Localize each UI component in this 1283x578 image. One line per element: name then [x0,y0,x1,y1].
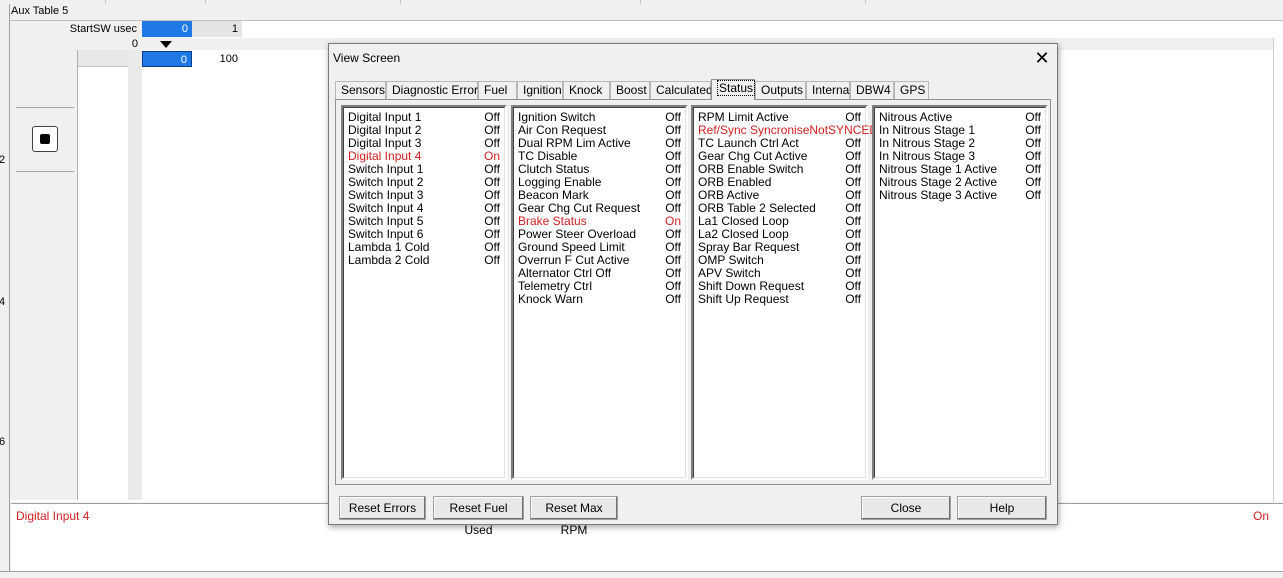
reset-fuel-used-button[interactable]: Reset Fuel Used [433,496,524,537]
left-edge-label: 4 [0,296,6,308]
reset-errors-label: Reset Errors [348,501,417,515]
status-row: Lambda 2 Cold Off [348,254,500,267]
status-list: Nitrous Active Off In Nitrous Stage 1 Off In… [874,107,1046,478]
tab-outputs[interactable]: Outputs [755,81,806,99]
left-edge-label: 2 [0,154,6,166]
close-icon[interactable]: ✕ [1029,47,1055,69]
tab-ignition[interactable]: Ignition [517,81,563,99]
tab-label: GPS [900,83,926,97]
help-button[interactable]: Help [957,496,1047,520]
status-label: Digital Input 4 [16,509,90,523]
divider [16,107,74,108]
view-screen-dialog: View Screen ✕ Sensors Diagnostic Errors Fu… [328,43,1058,537]
close-label: Close [890,501,922,515]
status-list-panel[interactable]: Nitrous Active Off In Nitrous Stage 1 Off In… [872,105,1048,480]
tab-label: Status [717,80,756,96]
tab-label: Internal [812,83,853,97]
tab-gps[interactable]: GPS [894,81,929,99]
status-name: Shift Up Request [698,292,789,306]
tab-boost[interactable]: Boost [610,81,650,99]
tab-bar: Sensors Diagnostic Errors Fuel Ignition Knoc… [335,79,1051,100]
reset-max-rpm-button[interactable]: Reset Max RPM [530,496,618,537]
status-row: Nitrous Stage 3 Active Off [879,189,1041,202]
bottom-strip [0,571,1283,578]
status-row: Knock Warn Off [518,293,681,306]
status-list: RPM Limit Active Off Ref/Sync SyncroniseNo… [693,107,878,478]
close-button[interactable]: Close [861,496,951,520]
status-name: Knock Warn [518,292,583,306]
table-cell-selected[interactable]: 0 [142,51,192,67]
tab-label: Sensors [341,83,386,97]
tab-label: Diagnostic Errors [392,83,485,97]
tab-status[interactable]: Status [711,79,756,100]
status-value: Off [665,292,681,306]
status-name: Nitrous Stage 3 Active [879,188,998,202]
row-header-cell[interactable] [78,50,128,67]
status-value: On [1252,509,1269,523]
tab-label: Knock [569,83,603,97]
left-edge-label: 6 [0,436,6,448]
status-list: Ignition Switch Off Air Con Request Off Dual… [513,107,686,478]
stop-button[interactable] [32,126,58,152]
status-list: Digital Input 1 Off Digital Input 2 Off Digi… [343,107,505,478]
vertical-scrollbar[interactable] [1273,38,1283,502]
tab-label: Boost [616,83,647,97]
tab-sensors[interactable]: Sensors [335,81,386,99]
status-value: Off [484,253,500,267]
status-value: Off [1025,188,1041,202]
tab-label: Ignition [523,83,562,97]
tab-dbw4[interactable]: DBW4 [850,81,894,99]
status-value: Off [845,292,861,306]
tab-internal[interactable]: Internal [806,81,853,99]
reset-errors-button[interactable]: Reset Errors [339,496,426,520]
tool-panel [11,50,78,500]
header-cell[interactable]: 1 [192,21,242,37]
status-list-panel[interactable]: Digital Input 1 Off Digital Input 2 Off Digi… [341,105,507,480]
header-cell-selected[interactable]: 0 [142,21,192,37]
tab-fuel[interactable]: Fuel [478,81,517,99]
tab-label: Calculated [656,83,713,97]
status-row: Shift Up Request Off [698,293,861,306]
divider [16,171,74,172]
column-axis-label: StartSW usec [11,21,142,38]
row-axis-value: 0 [131,38,138,50]
row-axis-column [128,50,142,500]
tab-calculated[interactable]: Calculated [650,81,713,99]
status-list-panel[interactable]: Ignition Switch Off Air Con Request Off Dual… [511,105,688,480]
aux-table-title: Aux Table 5 [11,5,69,17]
column-marker-arrow-icon [160,41,172,48]
help-label: Help [989,501,1015,515]
status-list-panel[interactable]: RPM Limit Active Off Ref/Sync SyncroniseNo… [691,105,878,480]
table-cell[interactable]: 100 [192,51,242,67]
tab-label: Fuel [484,83,508,97]
left-edge-panel: 2 4 6 [0,4,10,578]
tab-knock[interactable]: Knock [563,81,610,99]
stop-icon [40,134,50,144]
status-name: Lambda 2 Cold [348,253,430,267]
tab-diagnostic-errors[interactable]: Diagnostic Errors [386,81,484,99]
tab-content: Digital Input 1 Off Digital Input 2 Off Digi… [335,99,1051,485]
aux-table-header: Aux Table 5 [10,4,1283,21]
tab-label: Outputs [761,83,804,97]
dialog-title: View Screen [333,51,401,65]
tab-label: DBW4 [856,83,891,97]
